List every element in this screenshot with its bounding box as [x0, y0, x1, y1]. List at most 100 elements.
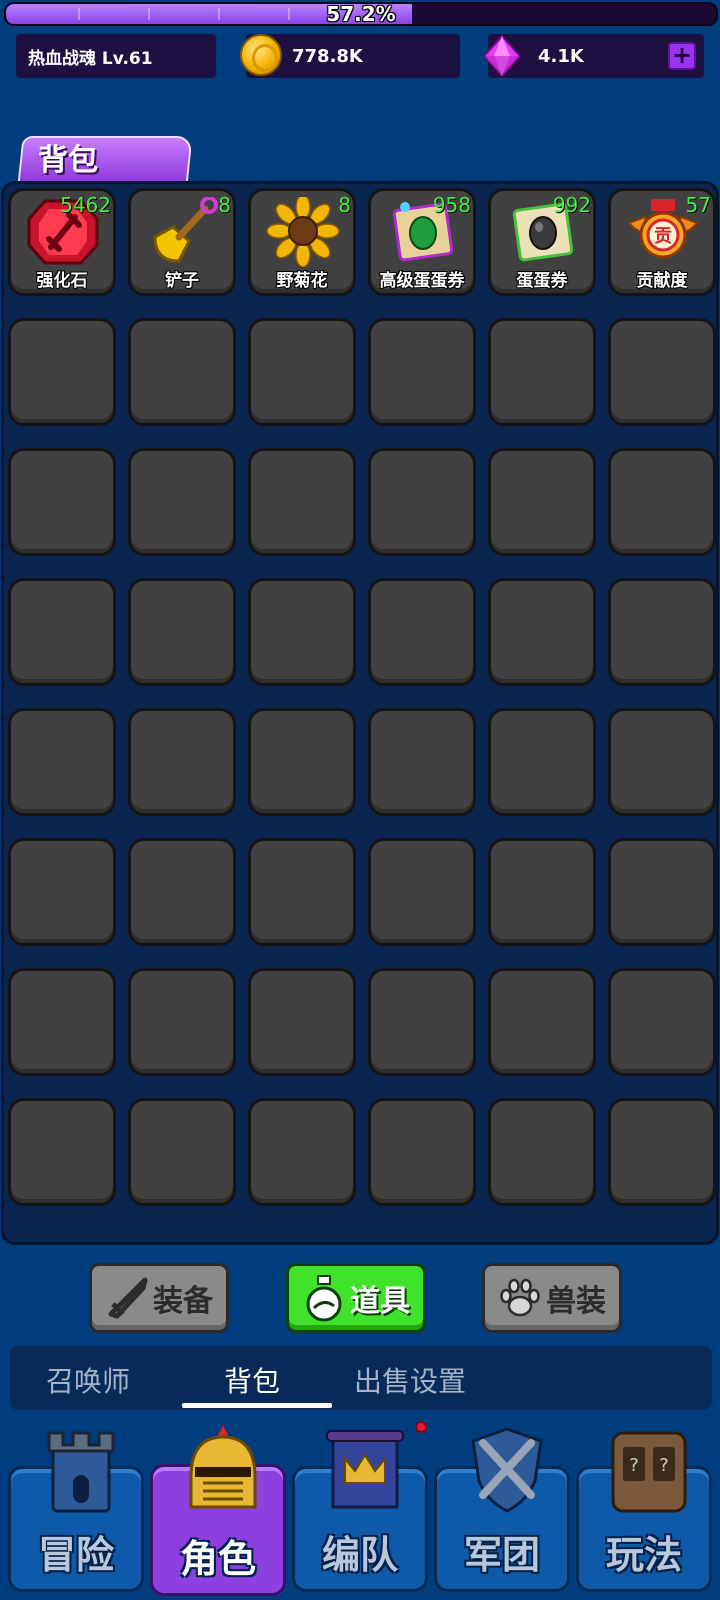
empty-inventory-slot[interactable]: [8, 1098, 116, 1206]
tab-backpack[interactable]: 背包: [224, 1360, 280, 1400]
sub-tab-bar: 召唤师 背包 出售设置: [10, 1346, 712, 1410]
empty-inventory-slot[interactable]: [128, 838, 236, 946]
category-items-button[interactable]: 道具: [286, 1263, 426, 1333]
category-beast-gear-button[interactable]: 兽装: [482, 1263, 622, 1333]
category-equipment-button[interactable]: 装备: [89, 1263, 229, 1333]
inventory-slot-contribution[interactable]: 贡 57 贡献度: [608, 188, 716, 296]
progress-percent-text: 57.2%: [326, 2, 396, 26]
item-name: 野菊花: [276, 271, 328, 291]
empty-inventory-slot[interactable]: [368, 1098, 476, 1206]
nav-formation[interactable]: 编队: [292, 1430, 428, 1592]
empty-inventory-slot[interactable]: [8, 708, 116, 816]
empty-inventory-slot[interactable]: [128, 708, 236, 816]
crossed-swords-shield-icon: [471, 1427, 543, 1513]
player-name-level: 热血战魂 Lv.61: [28, 48, 153, 69]
gem-counter: 4.1K +: [482, 34, 704, 78]
nav-gameplay[interactable]: ? ? 玩法: [576, 1431, 712, 1592]
empty-inventory-slot[interactable]: [8, 578, 116, 686]
empty-inventory-slot[interactable]: [368, 968, 476, 1076]
empty-inventory-slot[interactable]: [8, 318, 116, 426]
golden-shovel-icon: [153, 197, 218, 263]
item-name: 蛋蛋券: [516, 271, 568, 291]
category-label: 道具: [350, 1284, 410, 1319]
nav-character[interactable]: 角色: [150, 1425, 286, 1596]
nav-label: 玩法: [605, 1533, 682, 1577]
svg-text:?: ?: [659, 1455, 669, 1476]
empty-inventory-slot[interactable]: [128, 318, 236, 426]
empty-inventory-slot[interactable]: [608, 708, 716, 816]
tab-summoner[interactable]: 召唤师: [46, 1360, 130, 1400]
item-count: 5462: [60, 193, 111, 217]
empty-inventory-slot[interactable]: [368, 578, 476, 686]
potion-icon: [302, 1275, 346, 1322]
item-name: 高级蛋蛋券: [379, 271, 465, 291]
empty-inventory-slot[interactable]: [128, 448, 236, 556]
empty-inventory-slot[interactable]: [248, 708, 356, 816]
lucky-slot-machine-icon: ? ?: [611, 1431, 687, 1513]
gem-amount: 4.1K: [538, 45, 584, 67]
empty-inventory-slot[interactable]: [608, 318, 716, 426]
item-count: 8: [338, 193, 351, 217]
empty-inventory-slot[interactable]: [608, 968, 716, 1076]
svg-text:?: ?: [629, 1455, 639, 1476]
inventory-panel: 5462 强化石 8 铲子 8 野菊花 958 高级蛋蛋券 992 蛋蛋券 贡 …: [1, 181, 719, 1245]
add-gems-button[interactable]: +: [668, 42, 696, 70]
empty-inventory-slot[interactable]: [248, 1098, 356, 1206]
experience-progress-bar: 57.2%: [4, 2, 718, 26]
inventory-slot-strengthen-stone[interactable]: 5462 强化石: [8, 188, 116, 296]
item-count: 958: [432, 193, 471, 217]
empty-inventory-slot[interactable]: [488, 1098, 596, 1206]
empty-inventory-slot[interactable]: [368, 318, 476, 426]
nav-adventure[interactable]: 冒险: [8, 1431, 144, 1592]
player-info[interactable]: 热血战魂 Lv.61: [16, 34, 216, 78]
notification-dot: [415, 1421, 427, 1433]
empty-inventory-slot[interactable]: [488, 318, 596, 426]
bag-title-tab: 背包: [17, 136, 193, 186]
inventory-slot-advanced-egg-ticket[interactable]: 958 高级蛋蛋券: [368, 188, 476, 296]
nav-legion[interactable]: 军团: [434, 1427, 570, 1592]
empty-inventory-slot[interactable]: [368, 448, 476, 556]
empty-inventory-slot[interactable]: [8, 968, 116, 1076]
inventory-slot-sunflower[interactable]: 8 野菊花: [248, 188, 356, 296]
gold-counter: 778.8K: [240, 34, 460, 78]
gold-coin-icon: [240, 34, 282, 76]
tab-sell-settings[interactable]: 出售设置: [354, 1360, 466, 1400]
empty-inventory-slot[interactable]: [248, 838, 356, 946]
empty-inventory-slot[interactable]: [248, 448, 356, 556]
empty-inventory-slot[interactable]: [488, 578, 596, 686]
item-count: 57: [685, 193, 711, 217]
empty-inventory-slot[interactable]: [608, 838, 716, 946]
nav-label: 角色: [179, 1537, 256, 1581]
empty-inventory-slot[interactable]: [248, 318, 356, 426]
empty-inventory-slot[interactable]: [248, 578, 356, 686]
bag-title: 背包: [38, 143, 98, 178]
inventory-slot-shovel[interactable]: 8 铲子: [128, 188, 236, 296]
empty-inventory-slot[interactable]: [368, 708, 476, 816]
empty-inventory-slot[interactable]: [488, 968, 596, 1076]
nav-label: 编队: [321, 1533, 398, 1577]
gold-amount: 778.8K: [292, 45, 363, 67]
empty-inventory-slot[interactable]: [488, 708, 596, 816]
inventory-slot-egg-ticket[interactable]: 992 蛋蛋券: [488, 188, 596, 296]
sunflower-icon: [266, 197, 340, 267]
empty-inventory-slot[interactable]: [8, 448, 116, 556]
empty-inventory-slot[interactable]: [488, 838, 596, 946]
item-name: 铲子: [165, 271, 199, 291]
empty-inventory-slot[interactable]: [248, 968, 356, 1076]
active-tab-indicator: [182, 1403, 332, 1408]
item-name: 贡献度: [636, 271, 688, 291]
inventory-grid: 5462 强化石 8 铲子 8 野菊花 958 高级蛋蛋券 992 蛋蛋券 贡 …: [8, 188, 716, 1206]
pink-gem-icon: [482, 34, 522, 78]
castle-tower-icon: [47, 1431, 115, 1513]
empty-inventory-slot[interactable]: [488, 448, 596, 556]
empty-inventory-slot[interactable]: [608, 448, 716, 556]
item-name: 强化石: [36, 271, 88, 291]
empty-inventory-slot[interactable]: [128, 578, 236, 686]
empty-inventory-slot[interactable]: [128, 1098, 236, 1206]
empty-inventory-slot[interactable]: [368, 838, 476, 946]
item-count: 8: [218, 193, 231, 217]
empty-inventory-slot[interactable]: [128, 968, 236, 1076]
empty-inventory-slot[interactable]: [608, 1098, 716, 1206]
empty-inventory-slot[interactable]: [608, 578, 716, 686]
empty-inventory-slot[interactable]: [8, 838, 116, 946]
